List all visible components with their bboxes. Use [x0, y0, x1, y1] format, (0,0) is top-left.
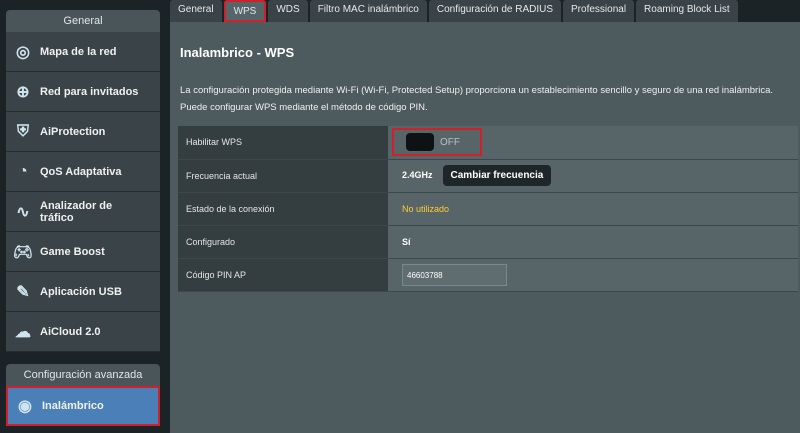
connection-status-value: No utilizado [402, 203, 450, 214]
table-row: Frecuencia actual 2.4GHz Cambiar frecuenc… [178, 159, 798, 193]
network-map-icon: ◎ [16, 43, 30, 61]
tab-wps[interactable]: WPS [223, 0, 267, 22]
tab-roaming-block-list[interactable]: Roaming Block List [636, 0, 738, 22]
guest-network-icon: ⊕ [16, 83, 30, 101]
sidebar-item-aiprotection[interactable]: ⛨ AiProtection [6, 112, 160, 152]
tab-general[interactable]: General [170, 0, 222, 22]
tab-mac-filter[interactable]: Filtro MAC inalámbrico [309, 0, 427, 22]
sidebar-item-label: AiProtection [40, 125, 106, 138]
table-row: Estado de la conexión No utilizado [178, 192, 798, 226]
tab-radius[interactable]: Configuración de RADIUS [428, 0, 562, 22]
enable-wps-label: Habilitar WPS [178, 126, 388, 160]
tab-professional[interactable]: Professional [563, 0, 635, 22]
tab-wds[interactable]: WDS [268, 0, 308, 22]
sidebar-item-network-map[interactable]: ◎ Mapa de la red [6, 32, 160, 72]
table-row: Habilitar WPS OFF [178, 126, 798, 160]
gauge-icon: ◔ [18, 162, 28, 180]
table-row: Configurado Sí [178, 225, 798, 259]
sidebar-item-guest-network[interactable]: ⊕ Red para invitados [6, 72, 160, 112]
main-panel: General WPS WDS Filtro MAC inalámbrico C… [170, 0, 800, 433]
change-frequency-button[interactable]: Cambiar frecuencia [442, 165, 552, 186]
sidebar-item-label: Inalámbrico [42, 400, 104, 412]
wps-settings-table: Habilitar WPS OFF Frecuencia actual 2.4G… [178, 126, 798, 292]
section-general: General [6, 10, 160, 32]
pin-label: Código PIN AP [178, 258, 388, 292]
usb-icon: ✎ [16, 283, 30, 301]
sidebar-item-label: Aplicación USB [40, 285, 122, 298]
enable-wps-toggle[interactable]: OFF [392, 128, 482, 157]
toggle-state: OFF [440, 136, 460, 148]
connection-status-label: Estado de la conexión [178, 192, 388, 226]
frequency-value: 2.4GHz [402, 170, 433, 180]
wifi-icon: ◉ [18, 398, 32, 415]
shield-icon: ⛨ [16, 122, 29, 140]
page-description: La configuración protegida mediante Wi-F… [180, 85, 773, 113]
configured-value: Sí [402, 236, 411, 247]
sidebar-item-wireless[interactable]: ◉ Inalámbrico [6, 386, 160, 426]
sidebar-item-aicloud[interactable]: ☁ AiCloud 2.0 [6, 312, 160, 352]
sidebar-item-game-boost[interactable]: 🎮︎ Game Boost [6, 232, 160, 272]
frequency-label: Frecuencia actual [178, 159, 388, 193]
sidebar-item-label: Mapa de la red [40, 45, 117, 58]
toggle-knob [406, 133, 434, 152]
sidebar-item-traffic-analyzer[interactable]: ∿ Analizador de tráfico [6, 192, 160, 232]
sidebar-item-label: Game Boost [40, 245, 105, 258]
sidebar-item-label: QoS Adaptativa [40, 165, 122, 178]
sidebar-item-label: Red para invitados [40, 85, 139, 98]
configured-label: Configurado [178, 225, 388, 259]
sidebar-item-qos[interactable]: ◔ QoS Adaptativa [6, 152, 160, 192]
traffic-icon: ∿ [16, 203, 30, 221]
gamepad-icon: 🎮︎ [12, 243, 34, 261]
sidebar-item-label: Analizador de tráfico [40, 199, 113, 224]
sidebar-item-usb[interactable]: ✎ Aplicación USB [6, 272, 160, 312]
pin-field[interactable]: 46603788 [402, 263, 507, 286]
cloud-icon: ☁ [15, 323, 31, 341]
table-row: Código PIN AP 46603788 [178, 258, 798, 292]
section-advanced: Configuración avanzada [6, 364, 160, 386]
page-title: Inalambrico - WPS [180, 45, 295, 60]
sidebar: General ◎ Mapa de la red ⊕ Red para invita… [6, 0, 160, 433]
tab-bar: General WPS WDS Filtro MAC inalámbrico C… [170, 0, 800, 22]
sidebar-item-label: AiCloud 2.0 [40, 325, 101, 338]
